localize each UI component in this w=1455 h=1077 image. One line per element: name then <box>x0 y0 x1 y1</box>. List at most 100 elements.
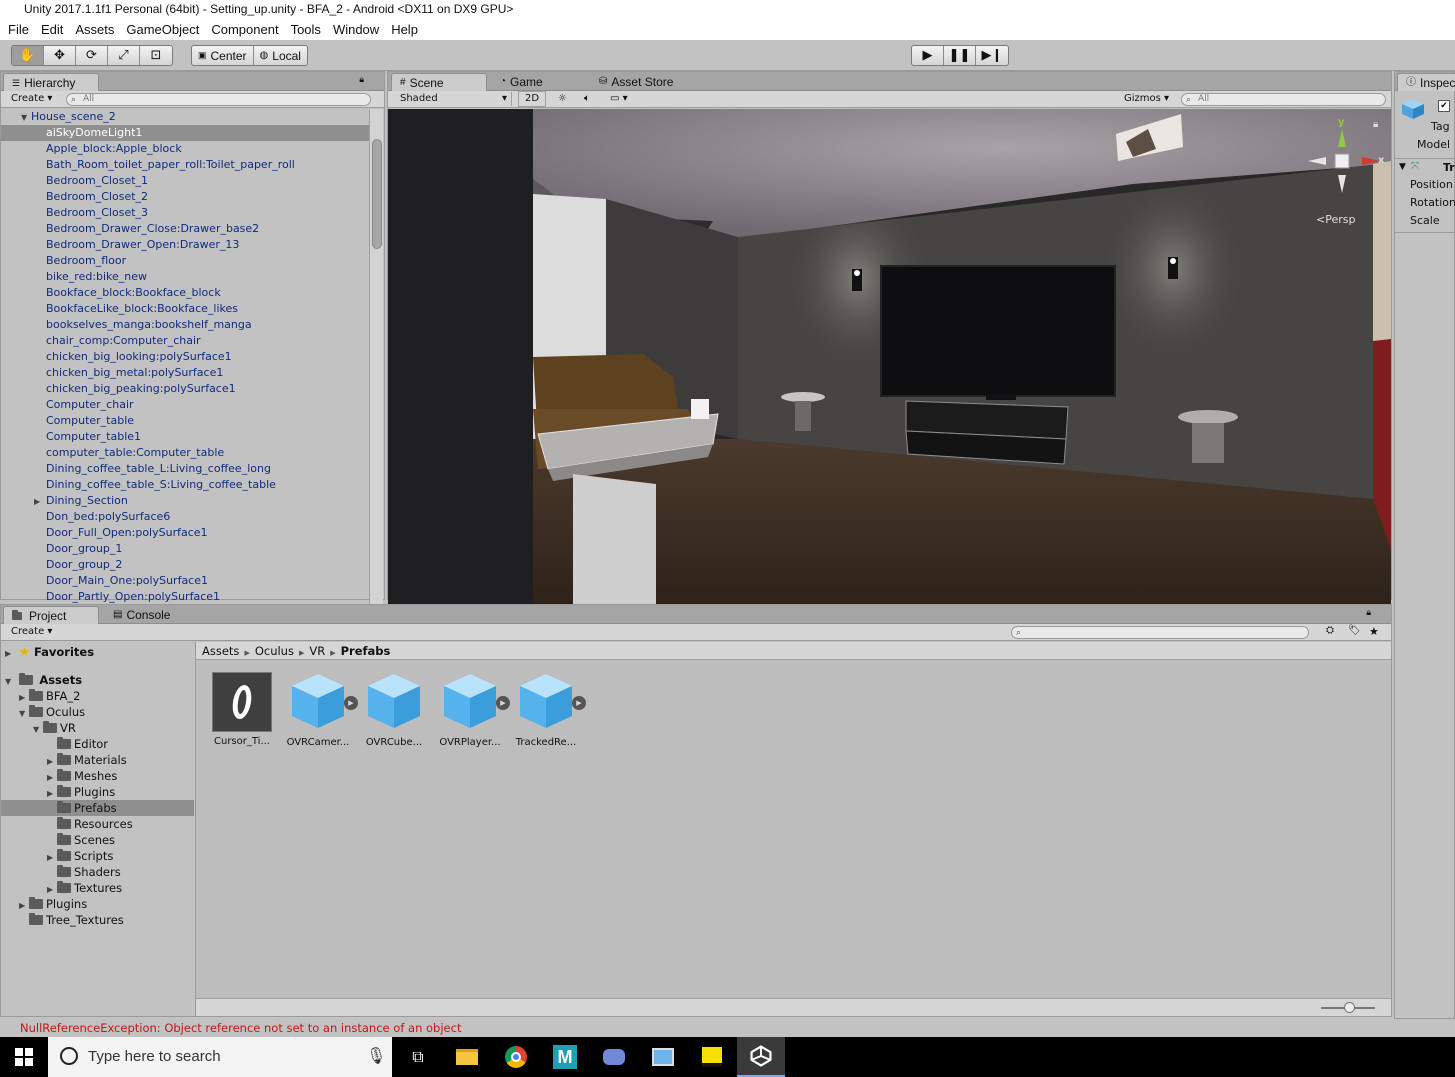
asset-item[interactable]: ▶ OVRPlayer... <box>434 672 510 748</box>
lock-icon[interactable]: 🔒︎ <box>1373 119 1378 130</box>
folder-row[interactable]: ▼ Oculus <box>1 704 194 720</box>
hierarchy-item[interactable]: chicken_big_metal:polySurface1 <box>1 365 369 381</box>
tab-asset-store[interactable]: ⛁ Asset Store <box>591 73 681 91</box>
project-search-input[interactable]: ⌕ <box>1011 626 1309 639</box>
menu-component[interactable]: Component <box>205 22 284 37</box>
hierarchy-item[interactable]: chicken_big_peaking:polySurface1 <box>1 381 369 397</box>
chrome-button[interactable] <box>492 1037 540 1077</box>
hierarchy-item[interactable]: Don_bed:polySurface6 <box>1 509 369 525</box>
breadcrumb-item[interactable]: Assets <box>202 644 239 658</box>
hierarchy-item[interactable]: Bedroom_Drawer_Open:Drawer_13 <box>1 237 369 253</box>
breadcrumb-item[interactable]: VR <box>309 644 325 658</box>
hand-tool-button[interactable]: ✋ <box>12 46 44 65</box>
breadcrumb-item[interactable]: Prefabs <box>341 644 391 658</box>
asset-item[interactable]: Cursor_Ti... <box>206 672 278 747</box>
hierarchy-item[interactable]: bookselves_manga:bookshelf_manga <box>1 317 369 333</box>
folder-row[interactable]: Resources <box>1 816 194 832</box>
console-status[interactable]: NullReferenceException: Object reference… <box>0 1019 1455 1037</box>
assets-root-row[interactable]: ▼ Assets <box>1 672 194 688</box>
unity-taskbar-button[interactable] <box>737 1037 785 1077</box>
folder-row[interactable]: ▼ VR <box>1 720 194 736</box>
menu-help[interactable]: Help <box>385 22 424 37</box>
hierarchy-item[interactable]: bike_red:bike_new <box>1 269 369 285</box>
folder-row[interactable]: ▶ Materials <box>1 752 194 768</box>
folder-row[interactable]: ▶ Meshes <box>1 768 194 784</box>
asset-item[interactable]: ▶ OVRCamer... <box>282 672 358 748</box>
menu-file[interactable]: File <box>2 22 35 37</box>
hierarchy-item[interactable]: Bedroom_Closet_1 <box>1 173 369 189</box>
file-explorer-button[interactable] <box>443 1037 491 1077</box>
shading-mode-dropdown[interactable]: Shaded ▾ <box>394 92 512 106</box>
taskbar-search-input[interactable]: Type here to search 🎙︎ <box>48 1037 392 1077</box>
pivot-space-button[interactable]: ◍ Local <box>254 46 307 65</box>
hierarchy-item[interactable]: Door_Main_One:polySurface1 <box>1 573 369 589</box>
menu-edit[interactable]: Edit <box>35 22 69 37</box>
project-create-dropdown[interactable]: Create ▾ <box>5 625 58 639</box>
hierarchy-item[interactable]: chair_comp:Computer_chair <box>1 333 369 349</box>
hierarchy-item[interactable]: Apple_block:Apple_block <box>1 141 369 157</box>
hierarchy-item[interactable]: Door_group_1 <box>1 541 369 557</box>
hierarchy-root-row[interactable]: ▼ House_scene_2 <box>1 109 369 125</box>
audio-toggle[interactable]: 🔈︎ <box>578 92 596 106</box>
discord-button[interactable] <box>590 1037 638 1077</box>
menu-assets[interactable]: Assets <box>69 22 120 37</box>
rect-tool-button[interactable]: ⊡ <box>140 46 172 65</box>
toggle-2d-button[interactable]: 2D <box>518 91 547 107</box>
menu-gameobject[interactable]: GameObject <box>120 22 205 37</box>
hierarchy-scrollbar[interactable] <box>369 109 383 633</box>
microphone-icon[interactable]: 🎙︎ <box>366 1037 386 1077</box>
folder-row[interactable]: Scenes <box>1 832 194 848</box>
favorites-row[interactable]: ▶ ★ Favorites <box>1 642 194 662</box>
tab-scene[interactable]: # Scene <box>391 73 487 91</box>
expand-arrow-icon[interactable]: ▶ <box>5 644 15 664</box>
expand-prefab-icon[interactable]: ▶ <box>344 696 358 710</box>
hierarchy-item[interactable]: Bedroom_Closet_2 <box>1 189 369 205</box>
gizmos-dropdown[interactable]: Gizmos ▾ <box>1118 92 1175 106</box>
start-button[interactable] <box>0 1037 48 1077</box>
sticky-notes-button[interactable] <box>688 1037 736 1077</box>
hierarchy-item[interactable]: Dining_coffee_table_S:Living_coffee_tabl… <box>1 477 369 493</box>
folder-row[interactable]: Shaders <box>1 864 194 880</box>
folder-row[interactable]: Tree_Textures <box>1 912 194 928</box>
hierarchy-item[interactable]: Bedroom_Drawer_Close:Drawer_base2 <box>1 221 369 237</box>
filter-label-icon[interactable]: 🏷︎ <box>1348 625 1361 636</box>
asset-item[interactable]: OVRCube... <box>358 672 430 748</box>
expand-arrow-icon[interactable]: ▶ <box>34 494 46 510</box>
folder-row[interactable]: ▶ Textures <box>1 880 194 896</box>
hierarchy-item[interactable]: Bedroom_floor <box>1 253 369 269</box>
folder-row[interactable]: ▶ Plugins <box>1 896 194 912</box>
expand-arrow-icon[interactable]: ▼ <box>21 110 31 126</box>
scene-gizmo[interactable]: y x <Persp <box>1308 117 1388 231</box>
persp-label[interactable]: <Persp <box>1316 213 1355 226</box>
tab-project[interactable]: Project <box>3 606 99 624</box>
hierarchy-item[interactable]: chicken_big_looking:polySurface1 <box>1 349 369 365</box>
collapse-arrow-icon[interactable]: ▼ <box>1399 162 1406 172</box>
maya-button[interactable]: M <box>541 1037 589 1077</box>
rotate-tool-button[interactable]: ⟳ <box>76 46 108 65</box>
lock-icon[interactable]: 🔒︎ <box>1366 608 1371 618</box>
hierarchy-search-input[interactable]: ⌕ All <box>66 93 371 106</box>
zoom-slider-thumb[interactable] <box>1344 1002 1355 1013</box>
tab-hierarchy[interactable]: ☰ Hierarchy <box>3 73 99 91</box>
folder-row[interactable]: ▶ Scripts <box>1 848 194 864</box>
lock-icon[interactable]: 🔒︎ <box>359 75 364 85</box>
hierarchy-item[interactable]: Bath_Room_toilet_paper_roll:Toilet_paper… <box>1 157 369 173</box>
menu-tools[interactable]: Tools <box>285 22 327 37</box>
hierarchy-item[interactable]: Computer_chair <box>1 397 369 413</box>
pause-button[interactable]: ❚❚ <box>944 46 976 65</box>
pivot-center-button[interactable]: ▣ Center <box>192 46 254 65</box>
hierarchy-create-dropdown[interactable]: Create ▾ <box>5 92 58 106</box>
move-tool-button[interactable]: ✥ <box>44 46 76 65</box>
hierarchy-item[interactable]: Bedroom_Closet_3 <box>1 205 369 221</box>
hierarchy-item[interactable]: Door_Partly_Open:polySurface1 <box>1 589 369 605</box>
hierarchy-item[interactable]: computer_table:Computer_table <box>1 445 369 461</box>
hierarchy-item[interactable]: Dining_coffee_table_L:Living_coffee_long <box>1 461 369 477</box>
hierarchy-item[interactable]: BookfaceLike_block:Bookface_likes <box>1 301 369 317</box>
hierarchy-item[interactable]: Computer_table1 <box>1 429 369 445</box>
scrollbar-thumb[interactable] <box>372 139 382 249</box>
task-view-button[interactable]: ⧉ <box>394 1037 442 1077</box>
expand-prefab-icon[interactable]: ▶ <box>496 696 510 710</box>
play-button[interactable]: ▶ <box>912 46 944 65</box>
breadcrumb-item[interactable]: Oculus <box>255 644 294 658</box>
tab-game[interactable]: ◔ Game <box>492 73 551 91</box>
